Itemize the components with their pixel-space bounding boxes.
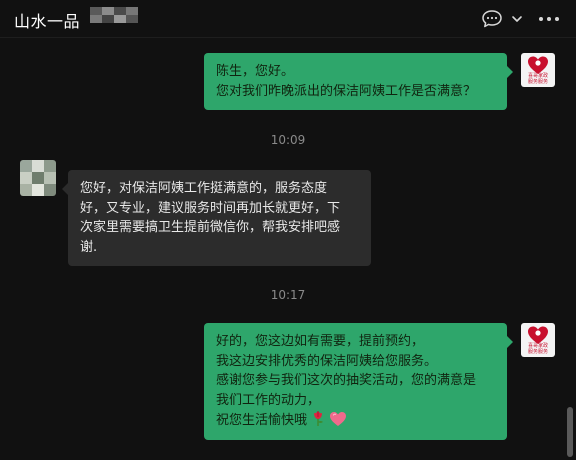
chevron-down-icon[interactable] (511, 14, 523, 24)
self-avatar[interactable]: 喜哥家政 服务服务 (521, 323, 555, 357)
message-timestamp: 10:17 (270, 288, 306, 302)
message-line-with-emoji: 祝您生活愉快哦 (216, 410, 495, 431)
message-line: 我们工作的动力， (216, 392, 321, 408)
logo-caption: 喜哥家政 服务服务 (521, 343, 555, 355)
incoming-message-bubble[interactable]: 您好，对保洁阿姨工作挺满意的，服务态度 好，又专业，建议服务时间再加长就更好，下… (62, 170, 371, 266)
logo-caption: 喜哥家政 服务服务 (521, 73, 555, 85)
chat-header: 山水一品 (0, 0, 576, 38)
message-line: 谢. (80, 239, 98, 255)
self-avatar[interactable]: 喜哥家政 服务服务 (521, 53, 555, 87)
more-icon[interactable] (538, 13, 560, 25)
contact-avatar[interactable] (20, 160, 56, 196)
logo-caption-line: 服务服务 (527, 79, 548, 85)
blurred-contact-suffix (90, 7, 140, 23)
chat-messages-area[interactable]: 陈生，您好。 您对我们昨晚派出的保洁阿姨工作是否满意？ 喜哥家政 服务服务 10… (0, 38, 576, 460)
message-line: 感谢您参与我们这次的抽奖活动，您的满意是 (216, 373, 477, 388)
message-line: 好，又专业，建议服务时间再加长就更好，下 (80, 200, 341, 216)
message-line: 我这边安排优秀的保洁阿姨给您服务。 (216, 353, 438, 369)
message-line: 祝您生活愉快哦 (216, 413, 308, 428)
outgoing-message-bubble[interactable]: 陈生，您好。 您对我们昨晚派出的保洁阿姨工作是否满意？ (204, 53, 513, 110)
message-line: 您好，对保洁阿姨工作挺满意的，服务态度 (80, 181, 328, 196)
message-line: 陈生，您好。 (216, 64, 295, 79)
chat-bubble-icon[interactable] (481, 9, 503, 29)
heart-emoji (330, 412, 347, 426)
message-line: 次家里需要搞卫生提前微信你，帮我安排吧感 (80, 220, 341, 235)
message-timestamp: 10:09 (270, 133, 306, 147)
message-line: 好的，您这边如有需要，提前预约， (216, 334, 425, 349)
message-line: 您对我们昨晚派出的保洁阿姨工作是否满意？ (216, 83, 477, 99)
chat-title: 山水一品 (14, 12, 81, 31)
logo-caption-line: 服务服务 (527, 349, 548, 355)
scrollbar-thumb[interactable] (567, 407, 573, 457)
rose-emoji (314, 411, 324, 426)
outgoing-message-bubble[interactable]: 好的，您这边如有需要，提前预约， 我这边安排优秀的保洁阿姨给您服务。 感谢您参与… (204, 323, 513, 440)
